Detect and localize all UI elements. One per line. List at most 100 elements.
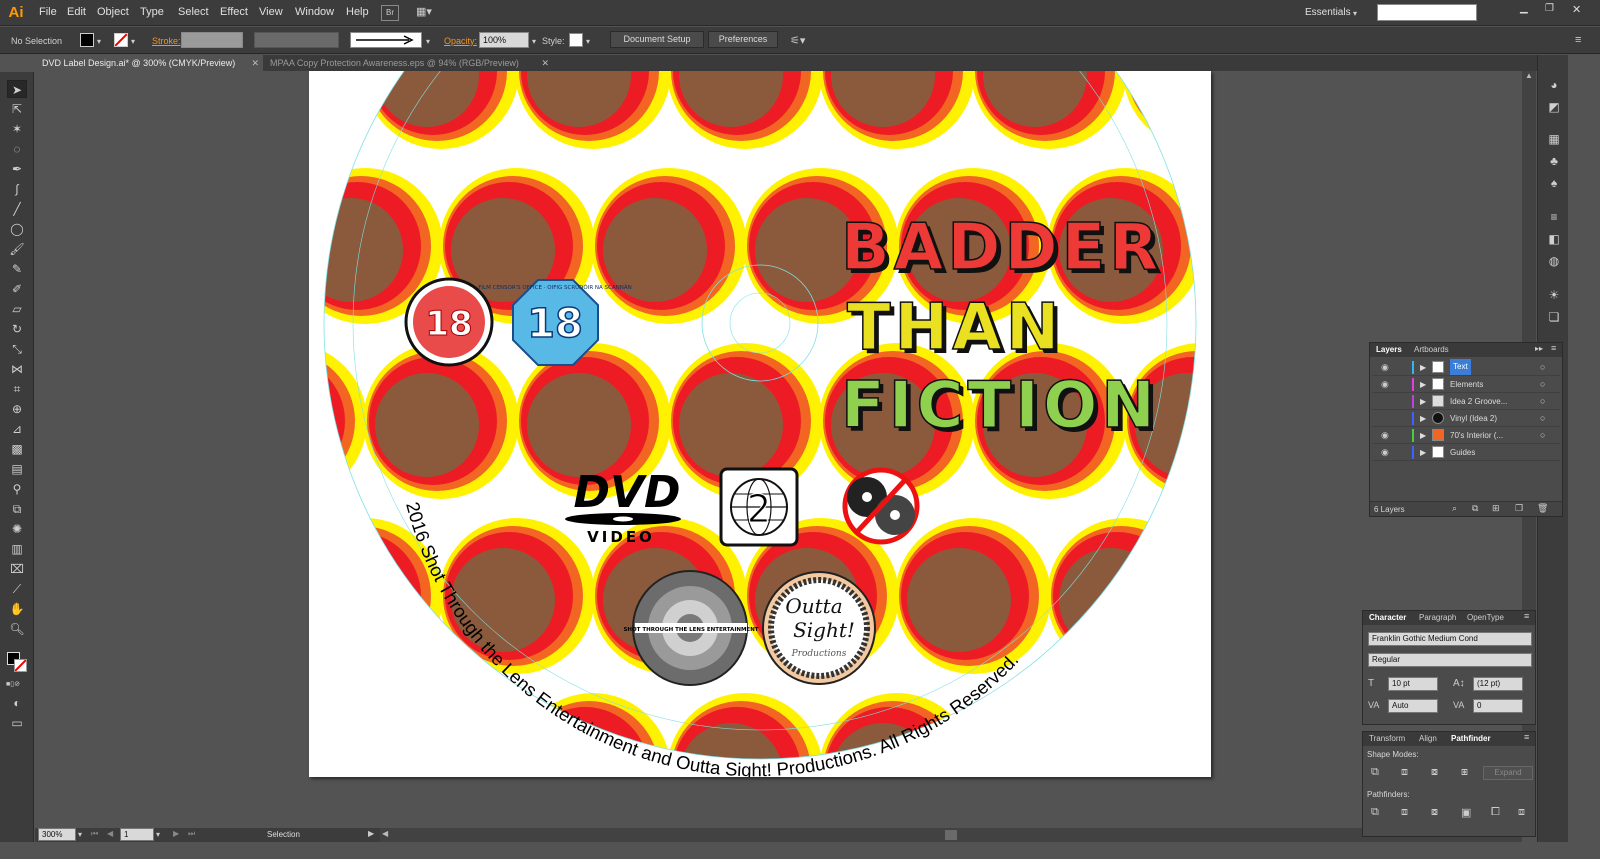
font-family-field[interactable]: Franklin Gothic Medium Cond [1368, 632, 1532, 646]
graph-tool-icon[interactable]: ▥ [7, 540, 27, 558]
brush-definition-field[interactable] [350, 32, 422, 48]
chevron-down-icon[interactable]: ▾ [131, 37, 135, 46]
rotate-tool-icon[interactable]: ↻ [7, 320, 27, 338]
close-icon[interactable]: ✕ [1572, 3, 1581, 16]
divide-icon[interactable]: ⧉ [1371, 806, 1379, 819]
expand-triangle-icon[interactable]: ▶ [1420, 410, 1426, 427]
menu-window[interactable]: Window [295, 6, 334, 18]
menu-effect[interactable]: Effect [220, 6, 248, 18]
paintbrush-tool-icon[interactable]: 🖌 [7, 240, 27, 258]
bridge-button[interactable]: Br [381, 5, 399, 21]
symbol-sprayer-tool-icon[interactable]: ✺ [7, 520, 27, 538]
selection-tool-icon[interactable]: ➤ [7, 80, 27, 98]
pencil-tool-icon[interactable]: ✎ [7, 260, 27, 278]
ellipse-tool-icon[interactable]: ◯ [7, 220, 27, 238]
chevron-down-icon[interactable]: ▾ [78, 830, 82, 839]
scale-tool-icon[interactable]: ⤡ [7, 340, 27, 358]
first-artboard-icon[interactable]: ⏮ [91, 829, 98, 839]
tab-align[interactable]: Align [1415, 733, 1441, 744]
layer-row-vinyl[interactable]: ▶ Vinyl (Idea 2) ○ [1372, 410, 1560, 427]
menu-help[interactable]: Help [346, 6, 369, 18]
layer-row-text[interactable]: ◉ ▶ Text ○ [1372, 359, 1560, 376]
horizontal-scrollbar[interactable]: ◀ ▶ [380, 828, 1522, 842]
menu-view[interactable]: View [259, 6, 283, 18]
graphic-style-swatch[interactable] [569, 33, 583, 47]
lasso-tool-icon[interactable]: ◌ [7, 140, 27, 158]
leading-field[interactable]: (12 pt) [1473, 677, 1523, 691]
close-icon[interactable]: ✕ [541, 55, 549, 71]
zoom-field[interactable]: 300% [38, 828, 76, 841]
hand-tool-icon[interactable]: ✋ [7, 600, 27, 618]
gradient-panel-icon[interactable]: ◧ [1546, 231, 1562, 247]
fill-swatch[interactable] [80, 33, 94, 47]
expand-triangle-icon[interactable]: ▶ [1420, 444, 1426, 461]
direct-selection-tool-icon[interactable]: ⇱ [7, 100, 27, 118]
menu-object[interactable]: Object [97, 6, 129, 18]
panel-menu-icon[interactable]: ≡ [1524, 732, 1529, 742]
opacity-field[interactable]: 100% [479, 32, 529, 48]
tab-layers[interactable]: Layers [1372, 344, 1406, 355]
minus-back-icon[interactable]: ⧈ [1518, 806, 1525, 819]
eyedropper-tool-icon[interactable]: ⚲ [7, 480, 27, 498]
curvature-tool-icon[interactable]: ∫ [7, 180, 27, 198]
artboard-number-field[interactable]: 1 [120, 828, 154, 841]
eye-icon[interactable]: ◉ [1381, 376, 1389, 393]
layer-name[interactable]: Guides [1450, 444, 1475, 461]
layer-row-70s-interior[interactable]: ◉ ▶ 70's Interior (... ○ [1372, 427, 1560, 444]
restore-icon[interactable]: ❐ [1545, 3, 1554, 14]
graphic-styles-icon[interactable]: ❏ [1546, 309, 1562, 325]
drawing-modes-icon[interactable]: ◐ [7, 694, 27, 712]
outline-icon[interactable]: ⧠ [1491, 806, 1500, 819]
layer-row-idea-2-groove[interactable]: ▶ Idea 2 Groove... ○ [1372, 393, 1560, 410]
opacity-label[interactable]: Opacity: [444, 36, 477, 46]
stroke-weight-field[interactable] [181, 32, 243, 48]
stroke-panel-icon[interactable]: ≡ [1546, 209, 1562, 225]
tab-artboards[interactable]: Artboards [1410, 344, 1453, 355]
color-mode-icons[interactable]: ■▯⊘ [6, 680, 28, 688]
gradient-tool-icon[interactable]: ▤ [7, 460, 27, 478]
target-icon[interactable]: ○ [1540, 393, 1545, 410]
mesh-tool-icon[interactable]: ▩ [7, 440, 27, 458]
chevron-down-icon[interactable]: ▾ [532, 37, 536, 46]
trash-icon[interactable]: 🗑 [1537, 503, 1548, 514]
chevron-down-icon[interactable]: ▾ [156, 830, 160, 839]
tab-opentype[interactable]: OpenType [1463, 612, 1508, 623]
expand-triangle-icon[interactable]: ▶ [1420, 376, 1426, 393]
status-menu-icon[interactable]: ▶ [368, 829, 374, 838]
layer-name[interactable]: Idea 2 Groove... [1450, 393, 1507, 410]
chevron-down-icon[interactable]: ▾ [426, 37, 430, 46]
layer-row-guides[interactable]: ◉ ▶ Guides [1372, 444, 1560, 461]
arrange-documents-icon[interactable]: ▦▾ [416, 5, 438, 21]
magic-wand-tool-icon[interactable]: ✶ [7, 120, 27, 138]
pen-tool-icon[interactable]: ✒ [7, 160, 27, 178]
menu-file[interactable]: File [39, 6, 57, 18]
eye-icon[interactable]: ◉ [1381, 444, 1389, 461]
font-size-field[interactable]: 10 pt [1388, 677, 1438, 691]
chevron-down-icon[interactable]: ▾ [586, 37, 590, 46]
layer-name[interactable]: Vinyl (Idea 2) [1450, 410, 1497, 427]
stroke-swatch[interactable] [114, 33, 128, 47]
expand-triangle-icon[interactable]: ▶ [1420, 393, 1426, 410]
appearance-panel-icon[interactable]: ☀ [1546, 287, 1562, 303]
new-layer-icon[interactable]: ❐ [1515, 503, 1523, 514]
brushes-panel-icon[interactable]: ♣ [1546, 153, 1562, 169]
swatches-panel-icon[interactable]: ▦ [1546, 131, 1562, 147]
transparency-panel-icon[interactable]: ◍ [1546, 253, 1562, 269]
eye-icon[interactable]: ◉ [1381, 427, 1389, 444]
collapse-icon[interactable]: ▸▸ [1535, 344, 1543, 353]
variable-width-field[interactable] [254, 32, 339, 48]
expand-triangle-icon[interactable]: ▶ [1420, 427, 1426, 444]
expand-button[interactable]: Expand [1483, 766, 1533, 780]
close-icon[interactable]: ✕ [251, 55, 259, 71]
target-icon[interactable]: ○ [1540, 427, 1545, 444]
menu-type[interactable]: Type [140, 6, 164, 18]
panel-menu-icon[interactable]: ≡ [1575, 34, 1581, 46]
menu-select[interactable]: Select [178, 6, 209, 18]
target-icon[interactable]: ○ [1540, 376, 1545, 393]
layer-name[interactable]: Text [1450, 359, 1471, 375]
new-sublayer-icon[interactable]: ⊞ [1492, 503, 1500, 514]
symbols-panel-icon[interactable]: ♠ [1546, 175, 1562, 191]
minus-front-icon[interactable]: ⧈ [1401, 766, 1408, 779]
shape-builder-tool-icon[interactable]: ⊕ [7, 400, 27, 418]
panel-menu-icon[interactable]: ≡ [1524, 611, 1529, 621]
